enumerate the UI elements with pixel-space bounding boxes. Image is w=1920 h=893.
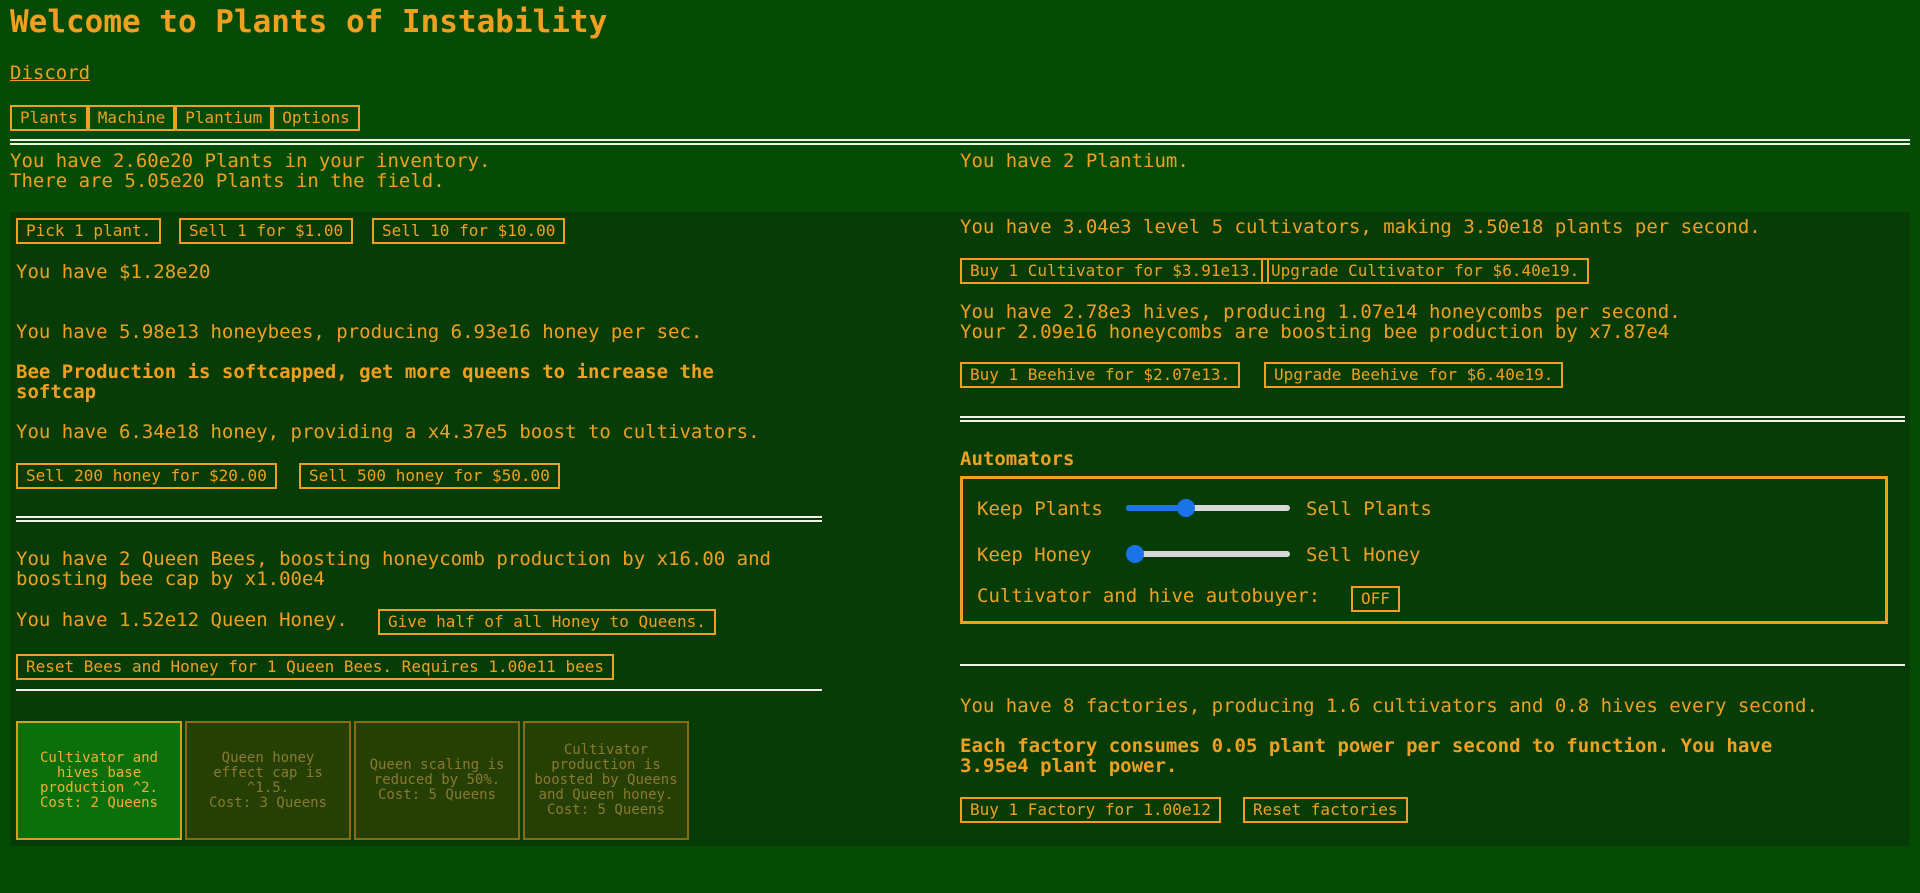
upgrade-description: Cultivator and hives base production ^2. — [39, 749, 158, 796]
divider — [16, 689, 822, 691]
give-half-honey-button[interactable]: Give half of all Honey to Queens. — [378, 609, 716, 635]
honey-slider[interactable] — [1126, 545, 1290, 563]
sell-honey-label: Sell Honey — [1306, 544, 1421, 566]
divider — [960, 664, 1905, 666]
upgrade-card[interactable]: Cultivator and hives base production ^2.… — [16, 721, 182, 840]
upgrade-cost: Cost: 2 Queens — [39, 794, 158, 811]
page: Welcome to Plants of Instability Discord… — [0, 0, 1920, 893]
sell-500-honey-button[interactable]: Sell 500 honey for $50.00 — [299, 463, 560, 489]
upgrade-cultivator-button[interactable]: Upgrade Cultivator for $6.40e19. — [1261, 258, 1590, 284]
upgrade-cost: Cost: 5 Queens — [377, 787, 496, 803]
upgrade-card[interactable]: Queen scaling is reduced by 50%. Cost: 5… — [354, 721, 520, 840]
queens-text-1: You have 2 Queen Bees, boosting honeycom… — [16, 548, 771, 570]
upgrade-description: Cultivator production is boosted by Quee… — [534, 742, 678, 803]
field-text: There are 5.05e20 Plants in the field. — [10, 170, 445, 192]
reset-factories-button[interactable]: Reset factories — [1243, 797, 1408, 823]
cultivators-text: You have 3.04e3 level 5 cultivators, mak… — [960, 216, 1761, 238]
keep-honey-label: Keep Honey — [977, 544, 1092, 566]
factory-consume-text-2: 3.95e4 plant power. — [960, 755, 1178, 777]
automators-title: Automators — [960, 448, 1075, 470]
factory-consume-text-1: Each factory consumes 0.05 plant power p… — [960, 735, 1773, 757]
honeycombs-text: Your 2.09e16 honeycombs are boosting bee… — [960, 321, 1670, 343]
plantium-text: You have 2 Plantium. — [960, 150, 1189, 172]
upgrade-card[interactable]: Queen honey effect cap is ^1.5. Cost: 3 … — [185, 721, 351, 840]
upgrade-description: Queen scaling is reduced by 50%. — [369, 757, 505, 788]
discord-link[interactable]: Discord — [10, 62, 90, 84]
autobuyer-label: Cultivator and hive autobuyer: — [977, 585, 1321, 607]
sell-1-button[interactable]: Sell 1 for $1.00 — [179, 218, 354, 244]
buy-beehive-button[interactable]: Buy 1 Beehive for $2.07e13. — [960, 362, 1241, 388]
keep-plants-label: Keep Plants — [977, 498, 1103, 520]
queens-text-2: boosting bee cap by x1.00e4 — [16, 568, 325, 590]
buy-cultivator-button[interactable]: Buy 1 Cultivator for $3.91e13. — [960, 258, 1269, 284]
sell-200-honey-button[interactable]: Sell 200 honey for $20.00 — [16, 463, 277, 489]
autobuyer-toggle-button[interactable]: OFF — [1351, 586, 1400, 612]
upgrade-cost: Cost: 5 Queens — [546, 802, 665, 818]
plants-slider[interactable] — [1126, 499, 1290, 517]
tab-options[interactable]: Options — [272, 105, 360, 131]
upgrade-beehive-button[interactable]: Upgrade Beehive for $6.40e19. — [1264, 362, 1564, 388]
tab-plantium[interactable]: Plantium — [175, 105, 273, 131]
hives-text: You have 2.78e3 hives, producing 1.07e14… — [960, 301, 1681, 323]
divider — [960, 416, 1905, 422]
divider — [16, 516, 822, 522]
slider-knob[interactable] — [1126, 545, 1144, 563]
slider-knob[interactable] — [1177, 499, 1196, 517]
page-title: Welcome to Plants of Instability — [10, 4, 608, 40]
tab-plants[interactable]: Plants — [10, 105, 88, 131]
money-text: You have $1.28e20 — [16, 261, 211, 283]
bees-text: You have 5.98e13 honeybees, producing 6.… — [16, 321, 703, 343]
buy-factory-button[interactable]: Buy 1 Factory for 1.00e12 — [960, 797, 1221, 823]
factories-text: You have 8 factories, producing 1.6 cult… — [960, 695, 1818, 717]
honey-text: You have 6.34e18 honey, providing a x4.3… — [16, 421, 760, 443]
queen-honey-text: You have 1.52e12 Queen Honey. — [16, 609, 348, 631]
upgrade-cost: Cost: 3 Queens — [208, 794, 327, 811]
inventory-text: You have 2.60e20 Plants in your inventor… — [10, 150, 491, 172]
divider — [10, 139, 1910, 145]
pick-plant-button[interactable]: Pick 1 plant. — [16, 218, 162, 244]
tab-bar: Plants Machine Plantium Options — [10, 105, 360, 131]
sell-plants-label: Sell Plants — [1306, 498, 1432, 520]
softcap-text-2: softcap — [16, 381, 97, 403]
sell-10-button[interactable]: Sell 10 for $10.00 — [372, 218, 566, 244]
tab-machine[interactable]: Machine — [87, 105, 176, 131]
reset-bees-button[interactable]: Reset Bees and Honey for 1 Queen Bees. R… — [16, 654, 614, 680]
upgrade-card[interactable]: Cultivator production is boosted by Quee… — [523, 721, 689, 840]
softcap-text-1: Bee Production is softcapped, get more q… — [16, 361, 714, 383]
upgrade-description: Queen honey effect cap is ^1.5. — [213, 749, 323, 796]
